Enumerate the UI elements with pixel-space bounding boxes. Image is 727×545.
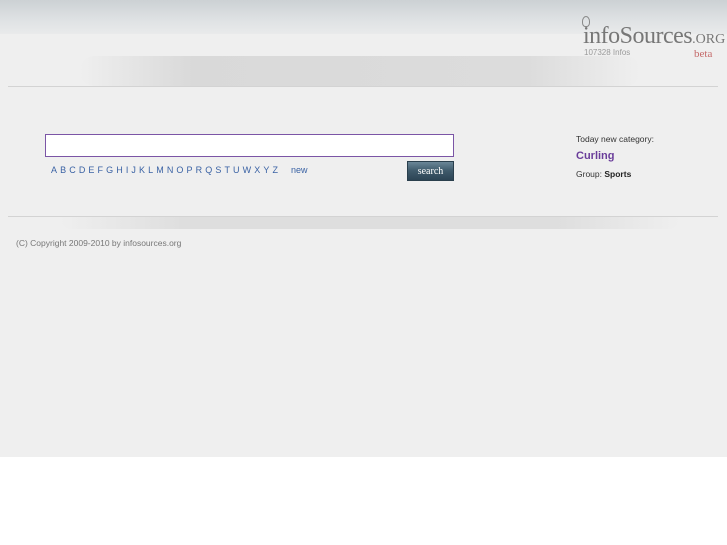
- group-line: Group: Sports: [576, 169, 631, 179]
- group-value[interactable]: Sports: [604, 169, 631, 179]
- letter-link-s[interactable]: S: [215, 165, 221, 175]
- letter-link-r[interactable]: R: [196, 165, 203, 175]
- letter-link-o[interactable]: O: [176, 165, 183, 175]
- letter-link-q[interactable]: Q: [205, 165, 212, 175]
- letter-link-f[interactable]: F: [98, 165, 104, 175]
- beta-label: beta: [694, 48, 713, 60]
- letter-link-z[interactable]: Z: [272, 165, 278, 175]
- letter-link-k[interactable]: K: [139, 165, 145, 175]
- alphabet-index: A B C D E F G H I J K L M N O P R Q S T U W X Y Znew: [51, 165, 311, 175]
- letter-link-h[interactable]: H: [116, 165, 123, 175]
- copyright-text: (C) Copyright 2009-2010 by infosources.o…: [16, 238, 182, 248]
- letter-link-y[interactable]: Y: [263, 165, 269, 175]
- letter-link-j[interactable]: J: [131, 165, 136, 175]
- logo-brand-suffix: .ORG: [692, 32, 726, 47]
- today-category-link[interactable]: Curling: [576, 150, 615, 162]
- letter-link-e[interactable]: E: [88, 165, 94, 175]
- letter-link-u[interactable]: U: [233, 165, 240, 175]
- today-new-category-label: Today new category:: [576, 134, 654, 144]
- letter-link-b[interactable]: B: [60, 165, 66, 175]
- page-background: infoSources.ORG 107328 Infos beta ABCDEF…: [0, 0, 727, 457]
- letter-link-t[interactable]: T: [224, 165, 230, 175]
- letter-link-n[interactable]: N: [167, 165, 174, 175]
- logo-brand-main: infoSources: [583, 23, 693, 49]
- letter-link-i[interactable]: I: [126, 165, 129, 175]
- site-logo[interactable]: infoSources.ORG 107328 Infos beta: [581, 16, 725, 61]
- letter-link-g[interactable]: G: [106, 165, 113, 175]
- bottom-shadow: [60, 217, 680, 229]
- search-input[interactable]: [45, 134, 454, 157]
- letter-link-d[interactable]: D: [79, 165, 86, 175]
- letter-link-w[interactable]: W: [243, 165, 252, 175]
- letter-link-a[interactable]: A: [51, 165, 57, 175]
- letter-link-x[interactable]: X: [254, 165, 260, 175]
- new-link[interactable]: new: [291, 165, 308, 175]
- letter-link-p[interactable]: P: [187, 165, 193, 175]
- header-shadow: [80, 56, 640, 86]
- top-divider: [8, 86, 718, 87]
- letter-link-m[interactable]: M: [156, 165, 164, 175]
- group-label: Group:: [576, 169, 602, 179]
- letter-link-l[interactable]: L: [148, 165, 153, 175]
- letter-link-c[interactable]: C: [69, 165, 76, 175]
- search-button[interactable]: search: [407, 161, 454, 181]
